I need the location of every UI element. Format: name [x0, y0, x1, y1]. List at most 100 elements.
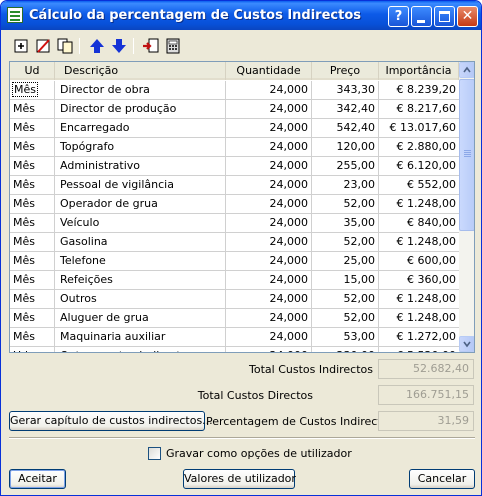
cell-description[interactable]: Director de produção: [55, 100, 226, 119]
cell-amount[interactable]: € 1.248,00: [379, 195, 459, 214]
cell-quantity[interactable]: 24,000: [226, 252, 312, 271]
cell-unit[interactable]: Mês: [10, 157, 55, 176]
cell-unit[interactable]: Mês: [10, 176, 55, 195]
column-header-quantity[interactable]: Quantidade: [226, 62, 312, 80]
table-row[interactable]: Mês Topógrafo 24,000 120,00 € 2.880,00: [10, 138, 459, 157]
cell-quantity[interactable]: 24,000: [226, 290, 312, 309]
help-button[interactable]: ?: [388, 6, 409, 27]
cell-amount[interactable]: € 360,00: [379, 271, 459, 290]
cell-quantity[interactable]: 24,000: [226, 138, 312, 157]
cell-description[interactable]: Aluguer de grua: [55, 309, 226, 328]
cell-amount[interactable]: € 5.520,00: [379, 347, 459, 352]
cell-unit[interactable]: Mês: [10, 252, 55, 271]
table-row[interactable]: Mês Telefone 24,000 25,00 € 600,00: [10, 252, 459, 271]
cell-unit[interactable]: Mês: [10, 81, 55, 100]
cell-unit[interactable]: Mês: [10, 290, 55, 309]
cell-price[interactable]: 35,00: [312, 214, 379, 233]
table-row[interactable]: Mês Encarregado 24,000 542,40 € 13.017,60: [10, 119, 459, 138]
cell-price[interactable]: 52,00: [312, 195, 379, 214]
cell-unit[interactable]: Mês: [10, 214, 55, 233]
table-row[interactable]: Mês Refeições 24,000 15,00 € 360,00: [10, 271, 459, 290]
cell-description[interactable]: Outros custos indirectos: [55, 347, 226, 352]
cell-price[interactable]: 25,00: [312, 252, 379, 271]
accept-button[interactable]: Aceitar: [9, 469, 66, 489]
table-row[interactable]: Mês Administrativo 24,000 255,00 € 6.120,00: [10, 157, 459, 176]
table-row[interactable]: Mês Director de obra 24,000 343,30 € 8.239,2…: [10, 81, 459, 100]
column-header-price[interactable]: Preço: [312, 62, 379, 80]
costs-table[interactable]: Ud Descrição Quantidade Preço Importânci…: [9, 61, 475, 353]
cell-description[interactable]: Telefone: [55, 252, 226, 271]
cell-quantity[interactable]: 24,000: [226, 347, 312, 352]
table-row[interactable]: Mês Director de produção 24,000 342,40 € 8.2…: [10, 100, 459, 119]
scroll-up-button[interactable]: [459, 62, 474, 78]
scroll-thumb[interactable]: [459, 79, 474, 231]
cell-quantity[interactable]: 24,000: [226, 328, 312, 347]
cell-amount[interactable]: € 2.880,00: [379, 138, 459, 157]
cell-price[interactable]: 23,00: [312, 176, 379, 195]
move-up-icon[interactable]: [87, 36, 107, 56]
cell-unit[interactable]: Mês: [10, 195, 55, 214]
cell-price[interactable]: 15,00: [312, 271, 379, 290]
cell-quantity[interactable]: 24,000: [226, 119, 312, 138]
cell-quantity[interactable]: 24,000: [226, 100, 312, 119]
cell-description[interactable]: Encarregado: [55, 119, 226, 138]
save-user-options-checkbox[interactable]: [148, 447, 161, 460]
cell-description[interactable]: Topógrafo: [55, 138, 226, 157]
cell-price[interactable]: 542,40: [312, 119, 379, 138]
cell-quantity[interactable]: 24,000: [226, 271, 312, 290]
cell-price[interactable]: 53,00: [312, 328, 379, 347]
scroll-down-button[interactable]: [459, 336, 474, 352]
maximize-button[interactable]: [434, 6, 455, 27]
close-button[interactable]: ✕: [457, 6, 478, 27]
cell-description[interactable]: Maquinaria auxiliar: [55, 328, 226, 347]
cell-description[interactable]: Pessoal de vigilância: [55, 176, 226, 195]
save-user-options-label[interactable]: Gravar como opções de utilizador: [166, 447, 352, 460]
cell-description[interactable]: Administrativo: [55, 157, 226, 176]
cell-amount[interactable]: € 13.017,60: [379, 119, 459, 138]
cell-amount[interactable]: € 1.248,00: [379, 233, 459, 252]
cell-amount[interactable]: € 1.272,00: [379, 328, 459, 347]
delete-row-icon[interactable]: [33, 36, 53, 56]
cell-description[interactable]: Refeições: [55, 271, 226, 290]
copy-icon[interactable]: [55, 36, 75, 56]
cell-unit[interactable]: Mês: [10, 309, 55, 328]
cell-amount[interactable]: € 840,00: [379, 214, 459, 233]
cell-unit[interactable]: Ud: [10, 347, 55, 352]
cell-quantity[interactable]: 24,000: [226, 81, 312, 100]
table-row[interactable]: Mês Gasolina 24,000 52,00 € 1.248,00: [10, 233, 459, 252]
table-row[interactable]: Mês Operador de grua 24,000 52,00 € 1.248,00: [10, 195, 459, 214]
cell-description[interactable]: Outros: [55, 290, 226, 309]
cell-quantity[interactable]: 24,000: [226, 309, 312, 328]
cell-unit[interactable]: Mês: [10, 138, 55, 157]
cell-unit[interactable]: Mês: [10, 233, 55, 252]
cell-amount[interactable]: € 1.248,00: [379, 309, 459, 328]
vertical-scrollbar[interactable]: [459, 62, 474, 352]
column-header-description[interactable]: Descrição: [55, 62, 226, 80]
cell-price[interactable]: 52,00: [312, 309, 379, 328]
table-row[interactable]: Mês Pessoal de vigilância 24,000 23,00 € 552…: [10, 176, 459, 195]
column-header-amount[interactable]: Importância: [379, 62, 459, 80]
calculator-icon[interactable]: [163, 36, 183, 56]
cell-description[interactable]: Veículo: [55, 214, 226, 233]
cell-price[interactable]: 343,30: [312, 81, 379, 100]
cell-amount[interactable]: € 552,00: [379, 176, 459, 195]
cell-price[interactable]: 120,00: [312, 138, 379, 157]
cell-description[interactable]: Operador de grua: [55, 195, 226, 214]
table-row[interactable]: Mês Maquinaria auxiliar 24,000 53,00 € 1.272…: [10, 328, 459, 347]
minimize-button[interactable]: [411, 6, 432, 27]
table-row[interactable]: Mês Veículo 24,000 35,00 € 840,00: [10, 214, 459, 233]
cell-description[interactable]: Gasolina: [55, 233, 226, 252]
cell-amount[interactable]: € 8.239,20: [379, 81, 459, 100]
column-header-ud[interactable]: Ud: [10, 62, 55, 80]
cell-amount[interactable]: € 1.248,00: [379, 290, 459, 309]
cell-price[interactable]: 230,00: [312, 347, 379, 352]
user-values-button[interactable]: Valores de utilizador: [183, 469, 296, 489]
import-icon[interactable]: [141, 36, 161, 56]
cell-quantity[interactable]: 24,000: [226, 157, 312, 176]
title-bar[interactable]: Cálculo da percentagem de Custos Indirec…: [1, 1, 481, 30]
cell-unit[interactable]: Mês: [10, 100, 55, 119]
cell-price[interactable]: 342,40: [312, 100, 379, 119]
move-down-icon[interactable]: [109, 36, 129, 56]
cell-price[interactable]: 255,00: [312, 157, 379, 176]
cell-amount[interactable]: € 6.120,00: [379, 157, 459, 176]
